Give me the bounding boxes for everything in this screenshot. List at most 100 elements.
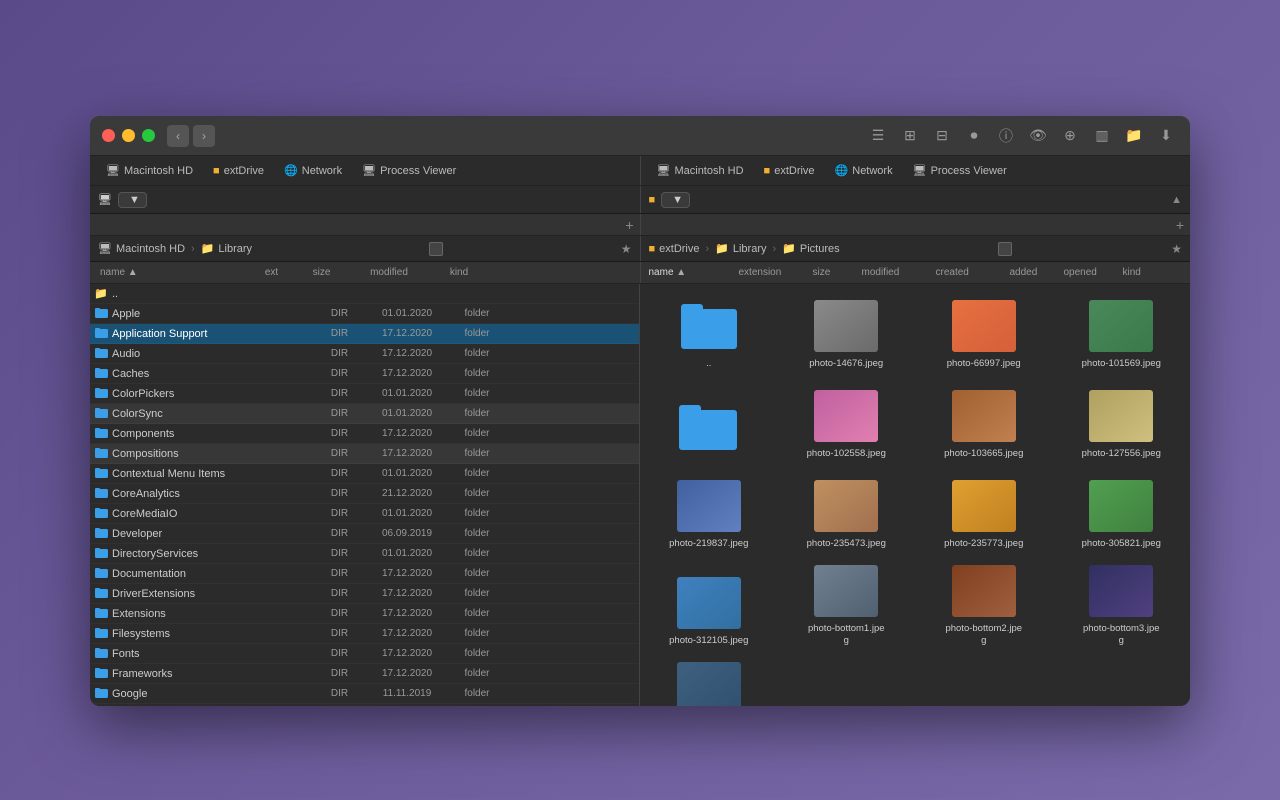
tab-network-left[interactable]: 🌐 Network (276, 162, 350, 179)
bc-ext-icon: ■ (649, 243, 656, 255)
photo-cell[interactable]: photo-bottom3.jpeg (1053, 554, 1191, 651)
file-row[interactable]: ColorSyncDIR01.01.2020folder (90, 404, 639, 424)
bc-pictures[interactable]: Pictures (800, 243, 840, 255)
tab-macintosh-hd-right[interactable]: 🖥 Macintosh HD (649, 162, 752, 179)
col-size-right[interactable]: size (813, 267, 858, 278)
bc-star-left[interactable]: ★ (621, 242, 632, 256)
folder-icon (94, 667, 108, 681)
toggle-icon[interactable]: ⏺ (962, 124, 986, 148)
bc-library[interactable]: Library (218, 243, 252, 255)
location-drive-right[interactable]: ▼ (661, 192, 690, 208)
photo-cell[interactable]: photo-312105.jpeg (640, 554, 778, 651)
file-row[interactable]: Contextual Menu ItemsDIR01.01.2020folder (90, 464, 639, 484)
photo-cell[interactable]: photo-bottom2.jpeg (915, 554, 1053, 651)
photo-cell[interactable]: photo-103665.jpeg (915, 374, 1053, 464)
col-created-right[interactable]: created (936, 267, 1006, 278)
photo-cell[interactable]: photo-235773.jpeg (915, 464, 1053, 554)
photo-cell[interactable]: photo-bottom4.jpeg (640, 651, 778, 706)
file-row[interactable]: ColorPickersDIR01.01.2020folder (90, 384, 639, 404)
file-row[interactable]: AppleDIR01.01.2020folder (90, 304, 639, 324)
bc-extdrive[interactable]: extDrive (659, 243, 699, 255)
back-button[interactable]: ‹ (167, 125, 189, 147)
tab-process-right[interactable]: 🖥 Process Viewer (905, 162, 1015, 179)
bc-checkbox-right[interactable] (998, 242, 1012, 256)
folder-icon (94, 507, 108, 521)
col-ext-left[interactable]: ext (249, 267, 294, 278)
file-row[interactable]: Application SupportDIR17.12.2020folder (90, 324, 639, 344)
file-name-label: Documentation (112, 568, 267, 580)
file-row[interactable]: FrameworksDIR17.12.2020folder (90, 664, 639, 684)
maximize-button[interactable] (142, 129, 155, 142)
panel-icon[interactable]: ▥ (1090, 124, 1114, 148)
photo-cell[interactable]: photo-101569.jpeg (1053, 284, 1191, 374)
bc-library-right[interactable]: Library (733, 243, 767, 255)
folder-cell[interactable]: .. (640, 284, 778, 374)
location-drive-left[interactable]: ▼ (118, 192, 147, 208)
tab-network-right[interactable]: 🌐 Network (827, 162, 901, 179)
file-row[interactable]: FilesystemsDIR17.12.2020folder (90, 624, 639, 644)
file-row[interactable]: 📁.. (90, 284, 639, 304)
col-size-left[interactable]: size (294, 267, 349, 278)
file-row[interactable]: DriverExtensionsDIR17.12.2020folder (90, 584, 639, 604)
col-kind-left[interactable]: kind (429, 267, 489, 278)
tab-extdrive-left[interactable]: ■ extDrive (205, 163, 272, 179)
photo-cell[interactable]: photo-14676.jpeg (778, 284, 916, 374)
file-row[interactable]: DeveloperDIR06.09.2019folder (90, 524, 639, 544)
minimize-button[interactable] (122, 129, 135, 142)
file-row[interactable]: GoogleDIR11.11.2019folder (90, 684, 639, 704)
tab-extdrive-right[interactable]: ■ extDrive (756, 163, 823, 179)
right-pane[interactable]: .. photo-14676.jpeg photo-66997.jpeg (640, 284, 1190, 706)
close-button[interactable] (102, 129, 115, 142)
col-opened-right[interactable]: opened (1064, 267, 1119, 278)
file-row[interactable]: DocumentationDIR17.12.2020folder (90, 564, 639, 584)
col-kind-right[interactable]: kind (1123, 267, 1168, 278)
photo-cell[interactable]: photo-235473.jpeg (778, 464, 916, 554)
photo-cell[interactable]: photo-219837.jpeg (640, 464, 778, 554)
file-row[interactable]: AudioDIR17.12.2020folder (90, 344, 639, 364)
add-pane-left[interactable]: + (625, 217, 633, 233)
bc-checkbox-left[interactable] (429, 242, 443, 256)
locationbar: 🖥 ▼ ■ ▼ ▲ (90, 186, 1190, 214)
col-added-right[interactable]: added (1010, 267, 1060, 278)
folder-icon (94, 367, 108, 381)
file-row[interactable]: CachesDIR17.12.2020folder (90, 364, 639, 384)
download-icon[interactable]: ⬇ (1154, 124, 1178, 148)
column-view-icon[interactable]: ⊞ (898, 124, 922, 148)
file-name-label: ColorSync (112, 408, 267, 420)
bc-star-right[interactable]: ★ (1171, 242, 1182, 256)
file-row[interactable]: GPUBundlesDIR01.01.2020folder (90, 704, 639, 706)
file-row[interactable]: CoreAnalyticsDIR21.12.2020folder (90, 484, 639, 504)
col-ext-right[interactable]: extension (739, 267, 809, 278)
file-row[interactable]: FontsDIR17.12.2020folder (90, 644, 639, 664)
tab-process-left[interactable]: 🖥 Process Viewer (354, 162, 464, 179)
col-name-left[interactable]: name ▲ (94, 267, 249, 278)
list-view-icon[interactable]: ☰ (866, 124, 890, 148)
add-pane-right[interactable]: + (1176, 217, 1184, 233)
bc-macintosh[interactable]: Macintosh HD (116, 243, 185, 255)
file-row[interactable]: CompositionsDIR17.12.2020folder (90, 444, 639, 464)
photo-cell[interactable]: photo-102558.jpeg (778, 374, 916, 464)
file-row[interactable]: DirectoryServicesDIR01.01.2020folder (90, 544, 639, 564)
col-mod-left[interactable]: modified (349, 267, 429, 278)
col-mod-right[interactable]: modified (862, 267, 932, 278)
photo-cell[interactable]: photo-bottom1.jpeg (778, 554, 916, 651)
right-pane-expand[interactable]: ▲ (1171, 194, 1182, 206)
photo-cell[interactable]: photo-127556.jpeg (1053, 374, 1191, 464)
left-pane[interactable]: 📁..AppleDIR01.01.2020folderApplication S… (90, 284, 640, 706)
photo-cell[interactable]: photo-305821.jpeg (1053, 464, 1191, 554)
grid-view-icon[interactable]: ⊟ (930, 124, 954, 148)
file-row[interactable]: ExtensionsDIR17.12.2020folder (90, 604, 639, 624)
info-icon[interactable]: ⓘ (994, 124, 1018, 148)
link-icon[interactable]: ⊕ (1058, 124, 1082, 148)
photo-cell[interactable]: photo-66997.jpeg (915, 284, 1053, 374)
preview-icon[interactable]: 👁 (1026, 124, 1050, 148)
location-left: 🖥 ▼ (90, 186, 641, 213)
forward-button[interactable]: › (193, 125, 215, 147)
folder-icon[interactable]: 📁 (1122, 124, 1146, 148)
file-row[interactable]: CoreMediaIODIR01.01.2020folder (90, 504, 639, 524)
col-name-right[interactable]: name ▲ (645, 267, 735, 278)
file-row[interactable]: ComponentsDIR17.12.2020folder (90, 424, 639, 444)
folder-cell[interactable] (640, 374, 778, 464)
breadcrumb-right: ■ extDrive › 📁 Library › 📁 Pictures ★ (641, 236, 1191, 261)
tab-macintosh-hd-left[interactable]: 🖥 Macintosh HD (98, 162, 201, 179)
